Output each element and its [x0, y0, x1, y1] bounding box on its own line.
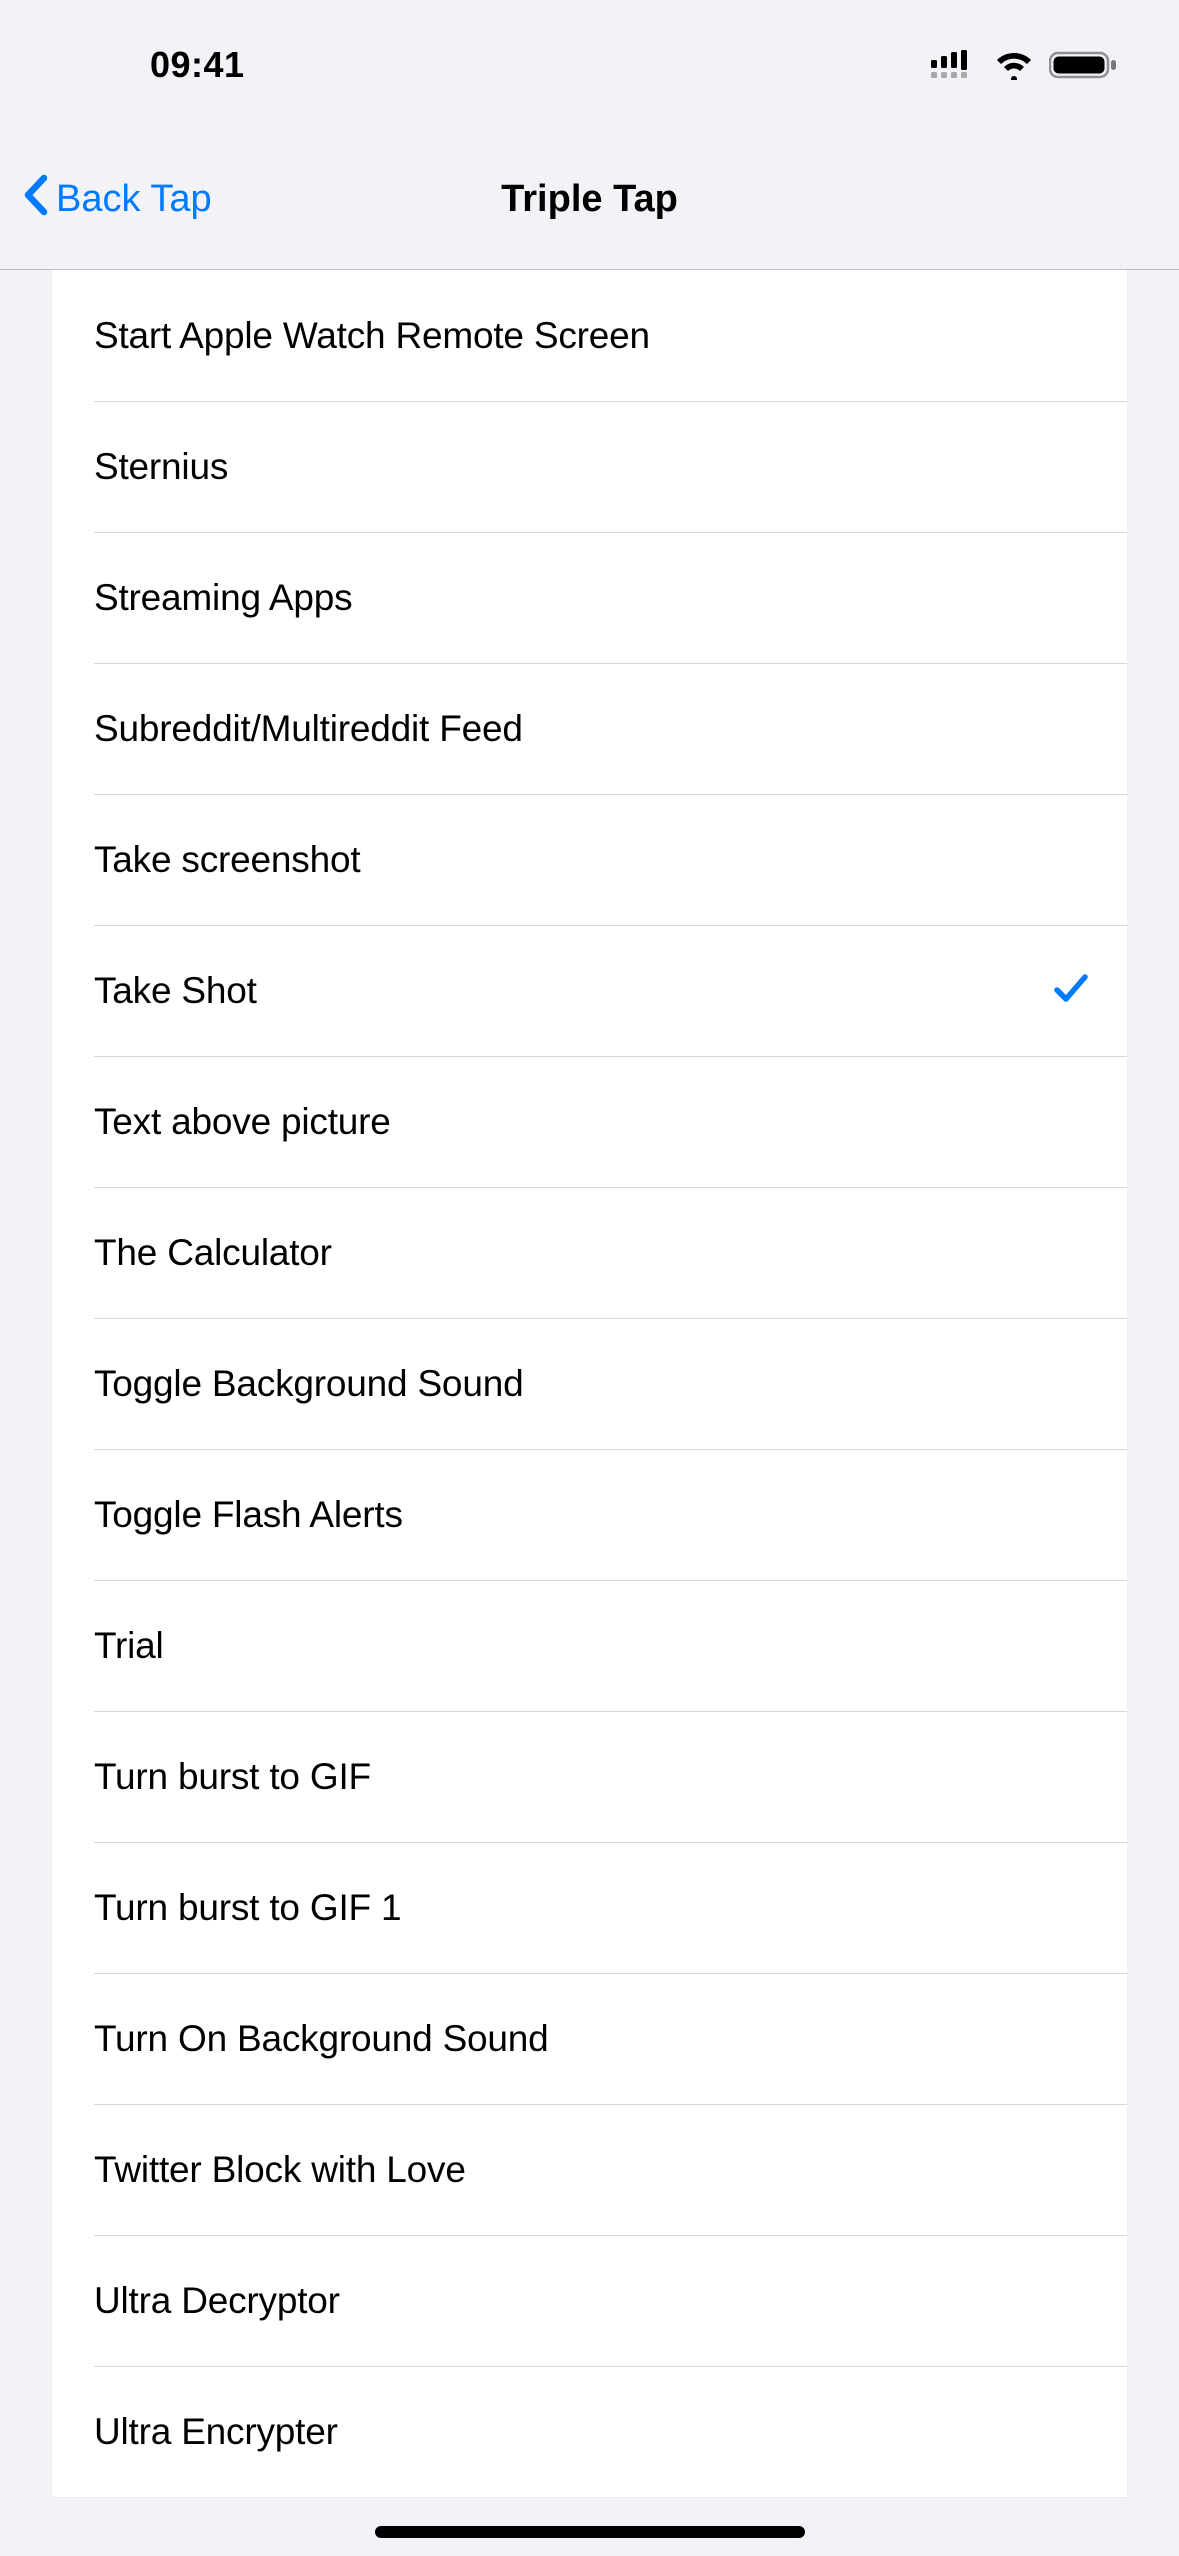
home-indicator [375, 2526, 805, 2538]
status-indicators [931, 50, 1119, 80]
list-item-label: Turn burst to GIF [94, 1756, 371, 1798]
list-item[interactable]: Sternius [52, 401, 1127, 532]
list-item[interactable]: Ultra Decryptor [52, 2235, 1127, 2366]
list-item-label: Take Shot [94, 970, 257, 1012]
status-bar: 09:41 [0, 0, 1179, 130]
list-item[interactable]: Streaming Apps [52, 532, 1127, 663]
list-container: Start Apple Watch Remote Screen Sternius S… [0, 270, 1179, 2497]
list-item-label: Turn On Background Sound [94, 2018, 549, 2060]
wifi-icon [993, 50, 1035, 80]
list-item-label: Toggle Flash Alerts [94, 1494, 403, 1536]
list-item[interactable]: Text above picture [52, 1056, 1127, 1187]
list-item-label: The Calculator [94, 1232, 332, 1274]
list-item[interactable]: Trial [52, 1580, 1127, 1711]
list-item-label: Toggle Background Sound [94, 1363, 523, 1405]
list-item[interactable]: Ultra Encrypter [52, 2366, 1127, 2497]
battery-icon [1049, 50, 1119, 80]
list-item-label: Ultra Encrypter [94, 2411, 338, 2453]
status-time: 09:41 [0, 44, 245, 86]
list-item-label: Trial [94, 1625, 164, 1667]
list-item[interactable]: Start Apple Watch Remote Screen [52, 270, 1127, 401]
list-item-label: Start Apple Watch Remote Screen [94, 315, 650, 357]
back-label: Back Tap [56, 178, 212, 221]
list-item-label: Take screenshot [94, 839, 360, 881]
cellular-icon [931, 50, 979, 80]
list-item[interactable]: Twitter Block with Love [52, 2104, 1127, 2235]
list-item-label: Streaming Apps [94, 577, 352, 619]
list-item[interactable]: The Calculator [52, 1187, 1127, 1318]
back-button[interactable]: Back Tap [0, 174, 232, 226]
checkmark-icon [1051, 968, 1091, 1013]
list-item[interactable]: Take Shot [52, 925, 1127, 1056]
list-item-label: Turn burst to GIF 1 [94, 1887, 401, 1929]
list-item-label: Sternius [94, 446, 228, 488]
list-item[interactable]: Turn burst to GIF 1 [52, 1842, 1127, 1973]
chevron-left-icon [22, 174, 50, 226]
list-item[interactable]: Turn burst to GIF [52, 1711, 1127, 1842]
list-item[interactable]: Turn On Background Sound [52, 1973, 1127, 2104]
list-item-label: Twitter Block with Love [94, 2149, 466, 2191]
list-item[interactable]: Take screenshot [52, 794, 1127, 925]
list-item[interactable]: Toggle Background Sound [52, 1318, 1127, 1449]
navigation-bar: Back Tap Triple Tap [0, 130, 1179, 270]
list-item-label: Subreddit/Multireddit Feed [94, 708, 523, 750]
list-item[interactable]: Subreddit/Multireddit Feed [52, 663, 1127, 794]
list-item-label: Text above picture [94, 1101, 391, 1143]
option-list: Start Apple Watch Remote Screen Sternius S… [52, 270, 1127, 2497]
list-item-label: Ultra Decryptor [94, 2280, 340, 2322]
list-item[interactable]: Toggle Flash Alerts [52, 1449, 1127, 1580]
